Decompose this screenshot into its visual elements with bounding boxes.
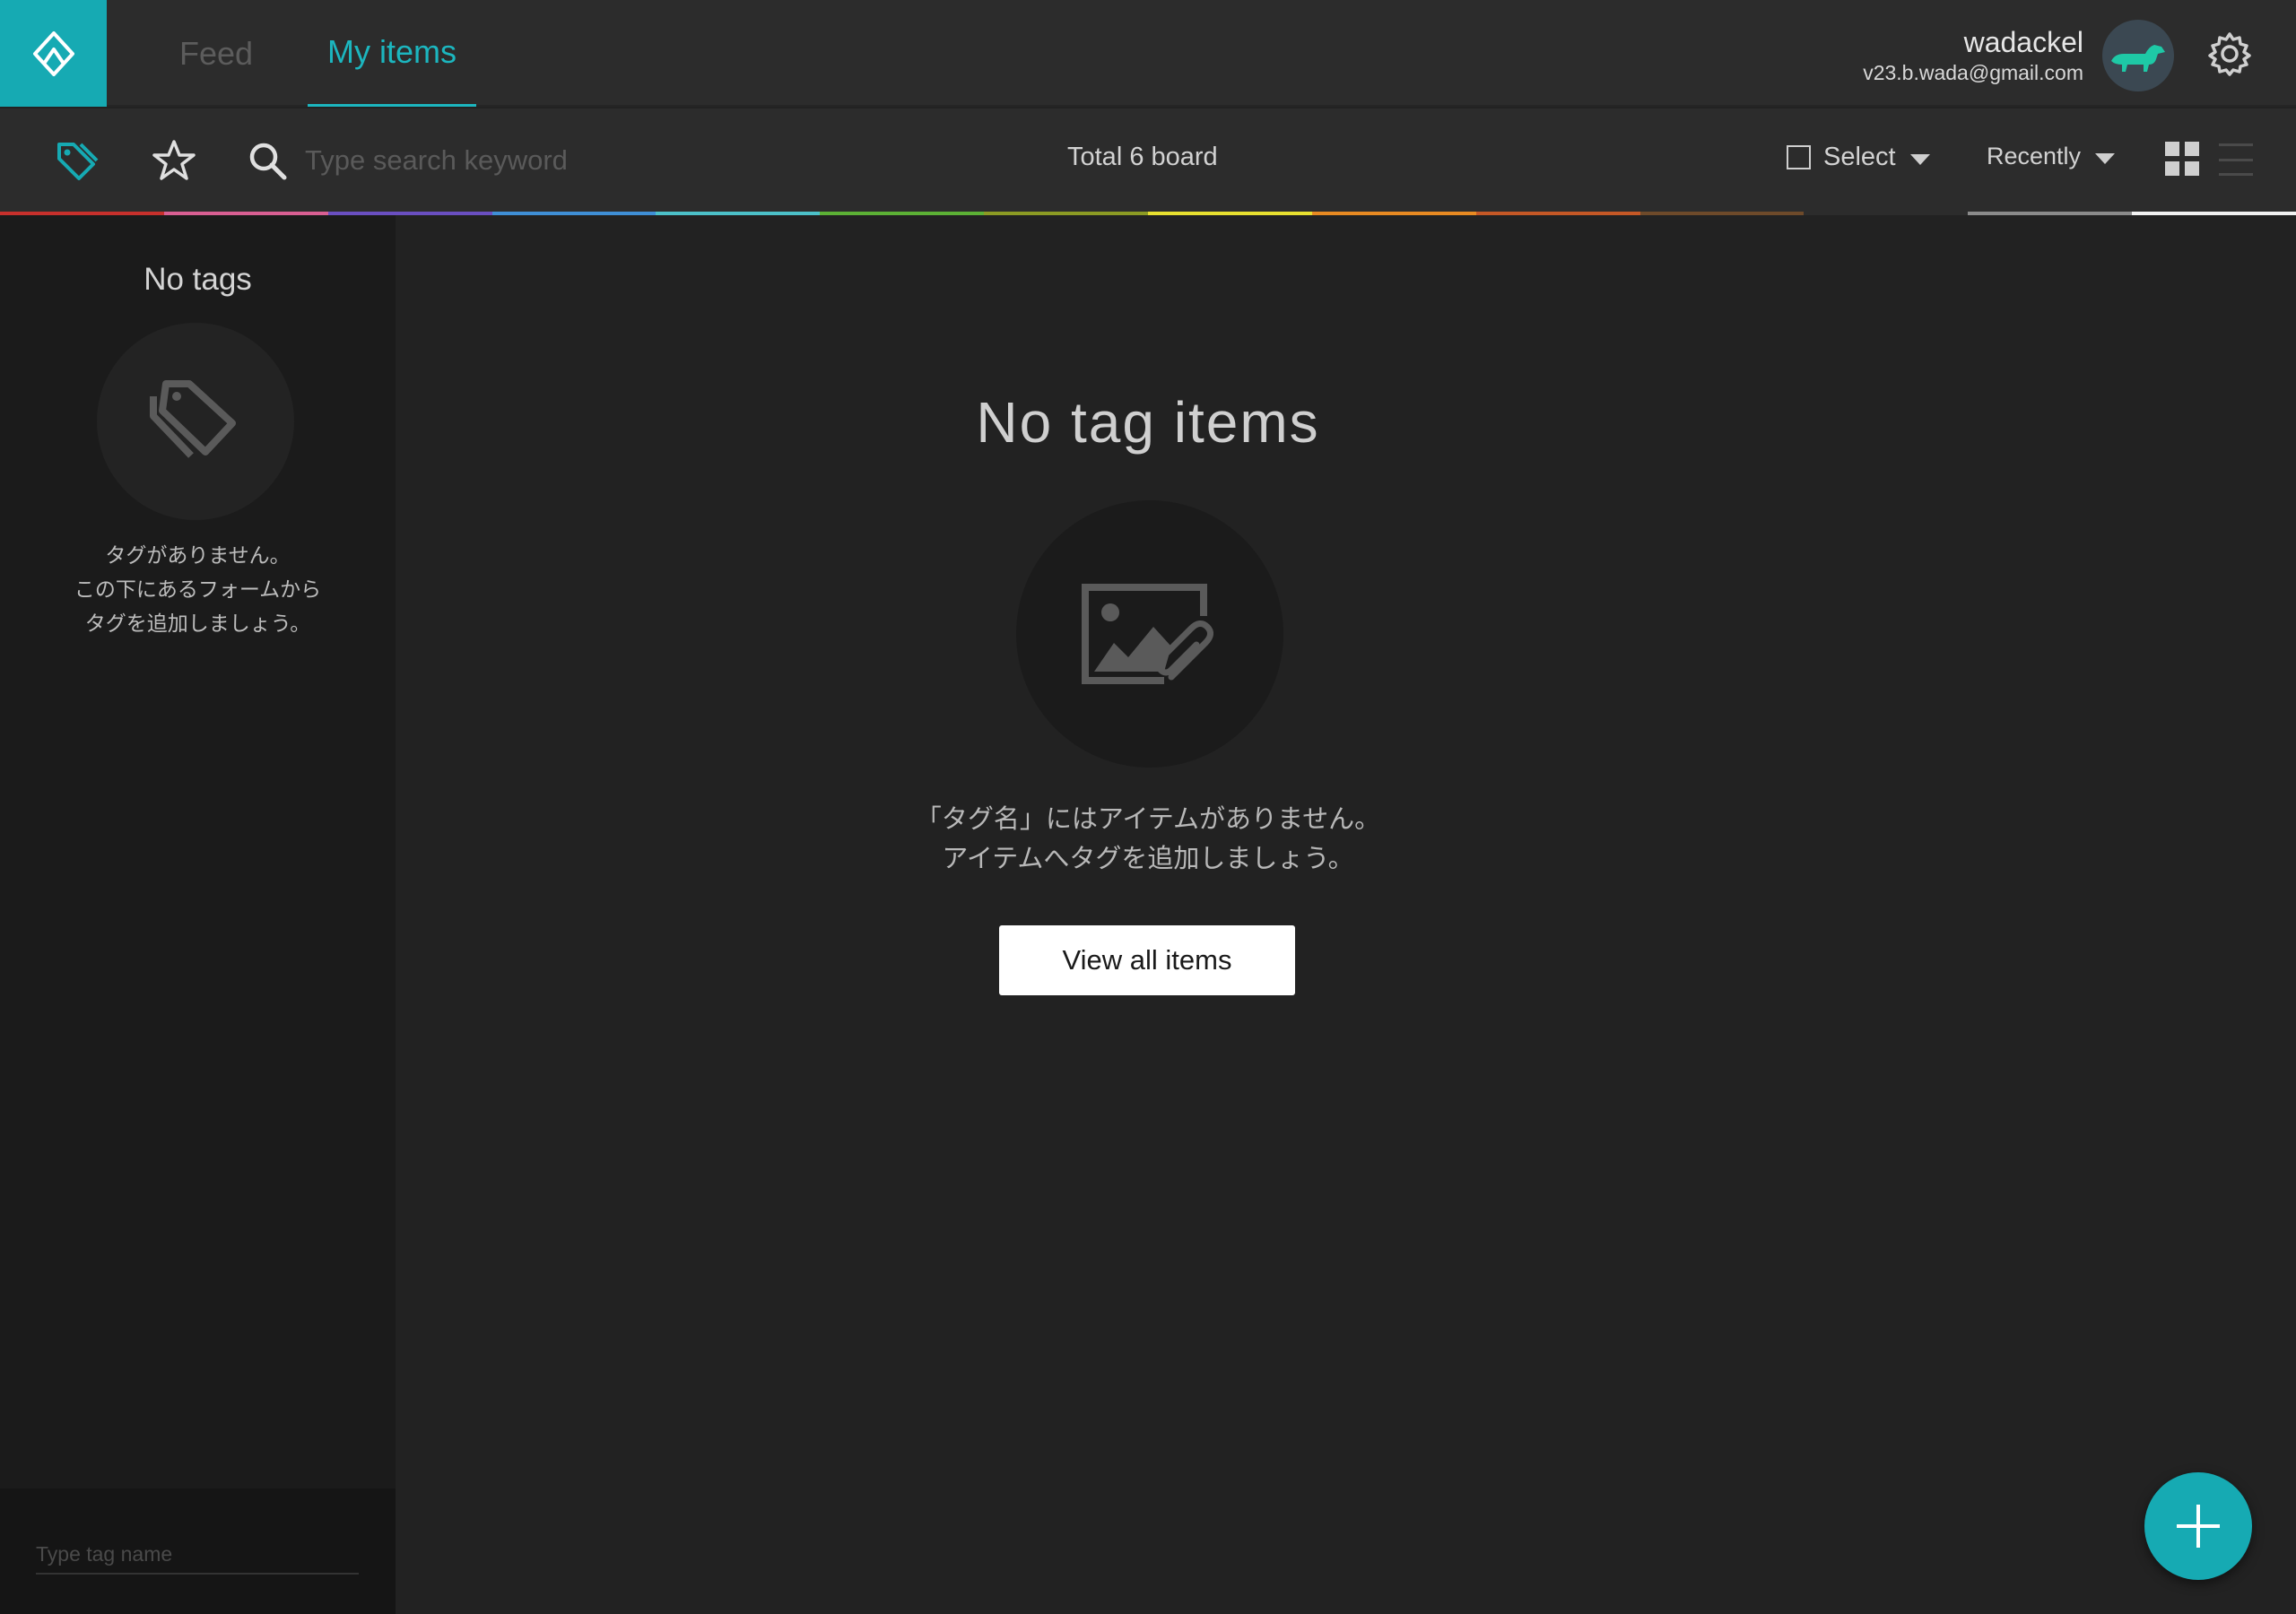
sidebar-empty-message: タグがありません。 この下にあるフォームから タグを追加しましょう。 [0,538,396,640]
tag-filter-button[interactable] [52,135,102,186]
view-all-items-button[interactable]: View all items [999,925,1295,995]
empty-tags-illustration [97,323,294,520]
settings-button[interactable] [2206,30,2253,77]
main-content: No tag items 「タグ名」にはアイテムがありません。 アイテムへタグを… [396,215,2296,1614]
image-attachment-icon [1082,584,1213,684]
add-item-button[interactable] [2144,1472,2252,1580]
sidebar-message-line: タグを追加しましょう。 [84,612,311,635]
sidebar-message-line: この下にあるフォームから [74,577,322,601]
add-tag-form [0,1488,396,1614]
tab-my-items[interactable]: My items [308,0,476,107]
sidebar-message-line: タグがありません。 [105,543,291,567]
empty-state-title: No tag items [976,390,1320,455]
total-count: Total 6 board [1067,143,1218,171]
chevron-down-icon [2095,152,2116,164]
top-header: Feed My items wadackel v23.b.wada@gmail.… [0,0,2296,107]
gear-icon [2208,32,2251,76]
tag-name-input[interactable] [36,1535,359,1575]
dachshund-icon [2111,45,2165,72]
sort-dropdown[interactable]: Recently [1987,143,2116,170]
sidebar-title: No tags [144,262,252,297]
tab-feed[interactable]: Feed [179,0,253,107]
tag-icon [57,143,99,180]
toolbar: Total 6 board Select Recently [0,108,2296,213]
select-dropdown[interactable]: Select [1787,143,1930,172]
diamond-logo-icon [32,30,74,76]
list-view-icon[interactable] [2219,143,2253,176]
select-label: Select [1823,143,1896,171]
user-name: wadackel [1963,26,2083,58]
empty-message-line: アイテムへタグを追加しましょう。 [942,845,1354,873]
sort-label: Recently [1987,143,2082,169]
empty-state-message: 「タグ名」にはアイテムがありません。 アイテムへタグを追加しましょう。 [396,800,1900,879]
tag-sidebar: No tags タグがありません。 この下にあるフォームから タグを追加しましょ… [0,215,396,1614]
empty-message-line: 「タグ名」にはアイテムがありません。 [915,805,1381,834]
grid-view-icon[interactable] [2165,142,2199,176]
user-email: v23.b.wada@gmail.com [1863,61,2083,84]
app-logo[interactable] [0,0,107,107]
avatar[interactable] [2102,20,2174,91]
empty-items-illustration [1016,500,1283,768]
search-input[interactable] [305,137,753,184]
tags-icon [150,380,236,458]
select-all-checkbox[interactable] [1787,145,1811,169]
chevron-down-icon [1909,153,1930,165]
user-info[interactable]: wadackel v23.b.wada@gmail.com [1863,25,2083,86]
favorites-button[interactable] [149,135,199,186]
search-button[interactable] [242,135,292,186]
star-icon [152,140,196,180]
plus-icon [2177,1505,2220,1548]
search-icon [249,143,287,180]
